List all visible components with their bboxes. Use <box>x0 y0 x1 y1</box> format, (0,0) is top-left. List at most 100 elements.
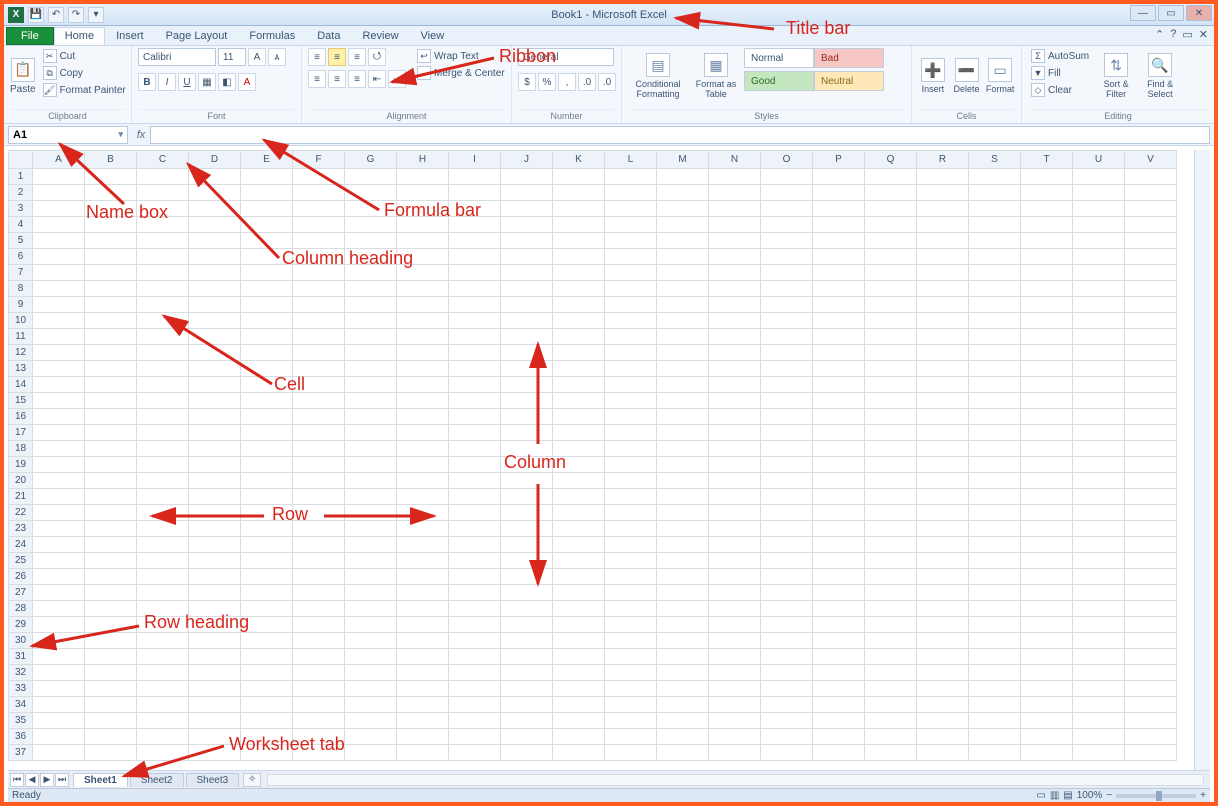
cell[interactable] <box>605 185 657 201</box>
cell[interactable] <box>605 681 657 697</box>
zoom-in-button[interactable]: + <box>1200 790 1206 801</box>
cell[interactable] <box>657 201 709 217</box>
increase-font-button[interactable]: A <box>248 48 266 66</box>
cell[interactable] <box>813 569 865 585</box>
cell[interactable] <box>865 217 917 233</box>
cell[interactable] <box>137 297 189 313</box>
cell[interactable] <box>137 393 189 409</box>
cell[interactable] <box>137 265 189 281</box>
cell[interactable] <box>501 489 553 505</box>
cell[interactable] <box>397 329 449 345</box>
cell[interactable] <box>761 281 813 297</box>
font-name-combo[interactable]: Calibri <box>138 48 216 66</box>
cell[interactable] <box>657 233 709 249</box>
cell[interactable] <box>969 521 1021 537</box>
cell[interactable] <box>761 473 813 489</box>
cell[interactable] <box>1021 409 1073 425</box>
cell[interactable] <box>865 201 917 217</box>
cell[interactable] <box>1125 393 1177 409</box>
cell[interactable] <box>293 585 345 601</box>
cell[interactable] <box>657 425 709 441</box>
row-header[interactable]: 26 <box>9 569 33 585</box>
cell[interactable] <box>397 489 449 505</box>
cell[interactable] <box>761 377 813 393</box>
cell[interactable] <box>293 409 345 425</box>
cell[interactable] <box>865 665 917 681</box>
cell[interactable] <box>293 185 345 201</box>
cell[interactable] <box>501 585 553 601</box>
cell[interactable] <box>241 297 293 313</box>
cell[interactable] <box>345 537 397 553</box>
new-sheet-button[interactable]: ✧ <box>243 773 261 787</box>
cell[interactable] <box>553 649 605 665</box>
cell[interactable] <box>137 345 189 361</box>
row-header[interactable]: 34 <box>9 697 33 713</box>
cell[interactable] <box>85 297 137 313</box>
cell[interactable] <box>501 345 553 361</box>
cell[interactable] <box>709 585 761 601</box>
cell[interactable] <box>709 185 761 201</box>
cell[interactable] <box>761 713 813 729</box>
row-header[interactable]: 2 <box>9 185 33 201</box>
cell[interactable] <box>85 505 137 521</box>
cell[interactable] <box>761 217 813 233</box>
cell[interactable] <box>345 345 397 361</box>
cell[interactable] <box>1073 633 1125 649</box>
cell[interactable] <box>449 377 501 393</box>
format-cells-button[interactable]: ▭Format <box>985 48 1015 104</box>
cell[interactable] <box>449 729 501 745</box>
cell[interactable] <box>865 329 917 345</box>
sheet-tab-1[interactable]: Sheet1 <box>73 773 128 787</box>
cell[interactable] <box>917 729 969 745</box>
cell[interactable] <box>397 265 449 281</box>
cell[interactable] <box>449 489 501 505</box>
cell[interactable] <box>189 169 241 185</box>
column-header[interactable]: H <box>397 151 449 169</box>
cell[interactable] <box>709 521 761 537</box>
cell[interactable] <box>293 569 345 585</box>
cell[interactable] <box>501 329 553 345</box>
cell[interactable] <box>605 345 657 361</box>
cell[interactable] <box>605 505 657 521</box>
cell[interactable] <box>241 649 293 665</box>
cell[interactable] <box>449 505 501 521</box>
cell[interactable] <box>761 601 813 617</box>
cell[interactable] <box>501 665 553 681</box>
cell[interactable] <box>1125 697 1177 713</box>
cell[interactable] <box>137 249 189 265</box>
cell[interactable] <box>85 729 137 745</box>
cell[interactable] <box>1073 713 1125 729</box>
cell[interactable] <box>865 313 917 329</box>
cell[interactable] <box>1021 265 1073 281</box>
row-header[interactable]: 27 <box>9 585 33 601</box>
cell[interactable] <box>33 281 85 297</box>
style-bad[interactable]: Bad <box>814 48 884 68</box>
cell[interactable] <box>137 313 189 329</box>
row-header[interactable]: 31 <box>9 649 33 665</box>
cell[interactable] <box>85 649 137 665</box>
cell[interactable] <box>397 441 449 457</box>
cell[interactable] <box>709 233 761 249</box>
cell[interactable] <box>397 201 449 217</box>
cell[interactable] <box>449 617 501 633</box>
cell[interactable] <box>917 169 969 185</box>
close-button[interactable]: ✕ <box>1186 5 1212 21</box>
cell[interactable] <box>1073 473 1125 489</box>
cut-button[interactable]: ✂Cut <box>40 48 129 64</box>
cell[interactable] <box>1021 233 1073 249</box>
cell[interactable] <box>553 713 605 729</box>
horizontal-scrollbar[interactable] <box>267 774 1204 786</box>
cell[interactable] <box>969 473 1021 489</box>
row-header[interactable]: 37 <box>9 745 33 761</box>
cell[interactable] <box>605 441 657 457</box>
cell[interactable] <box>1073 425 1125 441</box>
cell[interactable] <box>1073 457 1125 473</box>
cell[interactable] <box>553 537 605 553</box>
cell[interactable] <box>241 553 293 569</box>
cell[interactable] <box>865 409 917 425</box>
cell[interactable] <box>709 553 761 569</box>
cell[interactable] <box>709 361 761 377</box>
cell[interactable] <box>449 409 501 425</box>
font-color-button[interactable]: A <box>238 73 256 91</box>
cell[interactable] <box>85 601 137 617</box>
